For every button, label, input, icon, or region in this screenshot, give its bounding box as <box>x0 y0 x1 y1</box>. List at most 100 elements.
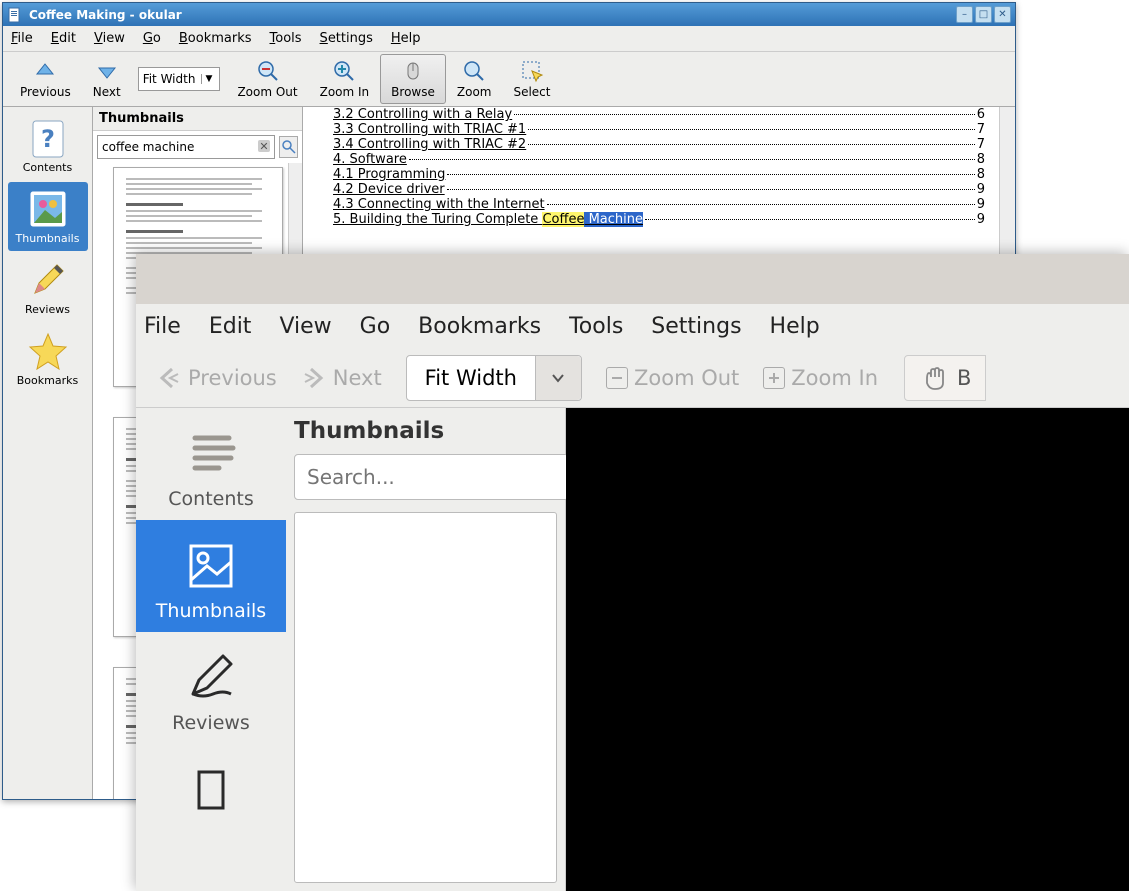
minimize-button[interactable]: – <box>956 6 973 23</box>
menu-bookmarks[interactable]: Bookmarks <box>179 31 252 46</box>
menu-view[interactable]: View <box>94 31 125 46</box>
toc-entry[interactable]: 3.4 Controlling with TRIAC #27 <box>333 137 985 152</box>
sidebar-item-thumbnails[interactable]: Thumbnails <box>8 182 88 251</box>
thumbnail-list[interactable] <box>294 512 557 883</box>
title-bar[interactable] <box>136 254 1129 304</box>
menu-edit[interactable]: Edit <box>209 314 252 339</box>
mouse-icon <box>401 59 425 83</box>
panel-title: Thumbnails <box>286 408 565 450</box>
thumbnails-panel: Thumbnails <box>286 408 566 891</box>
zoom-mode-value: Fit Width <box>143 72 196 86</box>
zoom-in-label: Zoom In <box>791 366 878 390</box>
maximize-button[interactable]: □ <box>975 6 992 23</box>
select-button[interactable]: Select <box>502 54 561 104</box>
sidebar-item-contents[interactable]: ? Contents <box>8 111 88 180</box>
filter-button[interactable] <box>279 136 298 158</box>
sidebar-item-bookmarks[interactable] <box>136 744 286 824</box>
arrow-down-icon <box>95 59 119 83</box>
menu-view[interactable]: View <box>279 314 331 339</box>
menu-help[interactable]: Help <box>770 314 820 339</box>
title-bar[interactable]: Coffee Making - okular – □ ✕ <box>3 3 1015 26</box>
clear-icon[interactable]: ✕ <box>258 140 270 152</box>
next-button[interactable]: Next <box>289 361 394 395</box>
zoom-out-label: Zoom Out <box>237 85 297 99</box>
browse-label: B <box>957 366 971 390</box>
zoom-mode-combo[interactable]: Fit Width ▼ <box>138 67 221 91</box>
thumbnail-search-input[interactable] <box>294 454 569 500</box>
next-button[interactable]: Next <box>82 54 132 104</box>
sidebar-item-reviews[interactable]: Reviews <box>8 253 88 322</box>
zoom-out-button[interactable]: Zoom Out <box>594 362 751 394</box>
document-view[interactable] <box>566 408 1129 891</box>
window-title: Coffee Making - okular <box>29 8 954 22</box>
svg-text:?: ? <box>41 125 55 153</box>
menu-tools[interactable]: Tools <box>270 31 302 46</box>
toc-entry[interactable]: 4. Software8 <box>333 152 985 167</box>
okular-modern-window: File Edit View Go Bookmarks Tools Settin… <box>136 254 1129 891</box>
sidebar-item-reviews[interactable]: Reviews <box>136 632 286 744</box>
pencil-icon <box>183 650 239 706</box>
toc-entry[interactable]: 5. Building the Turing Complete Coffee M… <box>333 212 985 227</box>
zoom-mode-combo[interactable]: Fit Width <box>406 355 582 401</box>
menu-edit[interactable]: Edit <box>51 31 76 46</box>
toc-entry[interactable]: 4.1 Programming8 <box>333 167 985 182</box>
sidebar-label: Contents <box>23 161 72 174</box>
thumbnail-search-input[interactable] <box>97 135 275 159</box>
zoom-button[interactable]: Zoom <box>446 54 503 104</box>
sidebar-label: Reviews <box>172 712 250 734</box>
contents-icon <box>183 426 239 482</box>
menu-bookmarks[interactable]: Bookmarks <box>418 314 541 339</box>
thumbnail-search-row <box>286 450 565 504</box>
menu-help[interactable]: Help <box>391 31 421 46</box>
sidebar-label: Contents <box>168 488 253 510</box>
filter-icon <box>282 140 296 154</box>
zoom-in-button[interactable]: Zoom In <box>309 54 381 104</box>
app-icon <box>7 7 23 23</box>
window-body: Contents Thumbnails Reviews Thu <box>136 408 1129 891</box>
menu-go[interactable]: Go <box>360 314 391 339</box>
sidebar-item-bookmarks[interactable]: Bookmarks <box>8 324 88 393</box>
sidebar-label: Bookmarks <box>17 374 78 387</box>
previous-button[interactable]: Previous <box>9 54 82 104</box>
sidebar-item-thumbnails[interactable]: Thumbnails <box>136 520 286 632</box>
menu-go[interactable]: Go <box>143 31 161 46</box>
sidebar-label: Thumbnails <box>16 232 80 245</box>
document-page: 3.2 Controlling with a Relay63.3 Control… <box>303 107 1015 227</box>
menu-bar: File Edit View Go Bookmarks Tools Settin… <box>3 26 1015 52</box>
toc-entry[interactable]: 3.2 Controlling with a Relay6 <box>333 107 985 122</box>
browse-button[interactable]: B <box>904 355 986 401</box>
arrow-left-icon <box>156 365 182 391</box>
chevron-down-icon[interactable] <box>535 356 581 400</box>
zoom-in-button[interactable]: Zoom In <box>751 362 890 394</box>
menu-settings[interactable]: Settings <box>651 314 741 339</box>
next-label: Next <box>333 366 382 390</box>
zoom-label: Zoom <box>457 85 492 99</box>
menu-tools[interactable]: Tools <box>569 314 623 339</box>
menu-bar: File Edit View Go Bookmarks Tools Settin… <box>136 304 1129 348</box>
toc-entry[interactable]: 3.3 Controlling with TRIAC #17 <box>333 122 985 137</box>
chevron-down-icon: ▼ <box>201 74 215 84</box>
close-button[interactable]: ✕ <box>994 6 1011 23</box>
previous-button[interactable]: Previous <box>144 361 289 395</box>
tool-bar: Previous Next Fit Width ▼ Zoom Out Zoom … <box>3 52 1015 107</box>
menu-settings[interactable]: Settings <box>320 31 373 46</box>
tool-bar: Previous Next Fit Width Zoom Out Zoom In… <box>136 348 1129 408</box>
arrow-right-icon <box>301 365 327 391</box>
toc-entry[interactable]: 4.3 Connecting with the Internet9 <box>333 197 985 212</box>
menu-file[interactable]: File <box>11 31 33 46</box>
browse-label: Browse <box>391 85 435 99</box>
minus-icon <box>606 367 628 389</box>
zoom-out-button[interactable]: Zoom Out <box>226 54 308 104</box>
sidebar-label: Thumbnails <box>156 600 266 622</box>
browse-button[interactable]: Browse <box>380 54 446 104</box>
side-panel-tabs: Contents Thumbnails Reviews <box>136 408 286 891</box>
zoom-out-icon <box>256 59 280 83</box>
magnifier-icon <box>462 59 486 83</box>
toc-entry[interactable]: 4.2 Device driver9 <box>333 182 985 197</box>
hand-icon <box>919 363 949 393</box>
menu-file[interactable]: File <box>144 314 181 339</box>
panel-title: Thumbnails <box>93 107 302 131</box>
sidebar-item-contents[interactable]: Contents <box>136 408 286 520</box>
zoom-mode-value: Fit Width <box>407 366 535 390</box>
previous-label: Previous <box>188 366 277 390</box>
